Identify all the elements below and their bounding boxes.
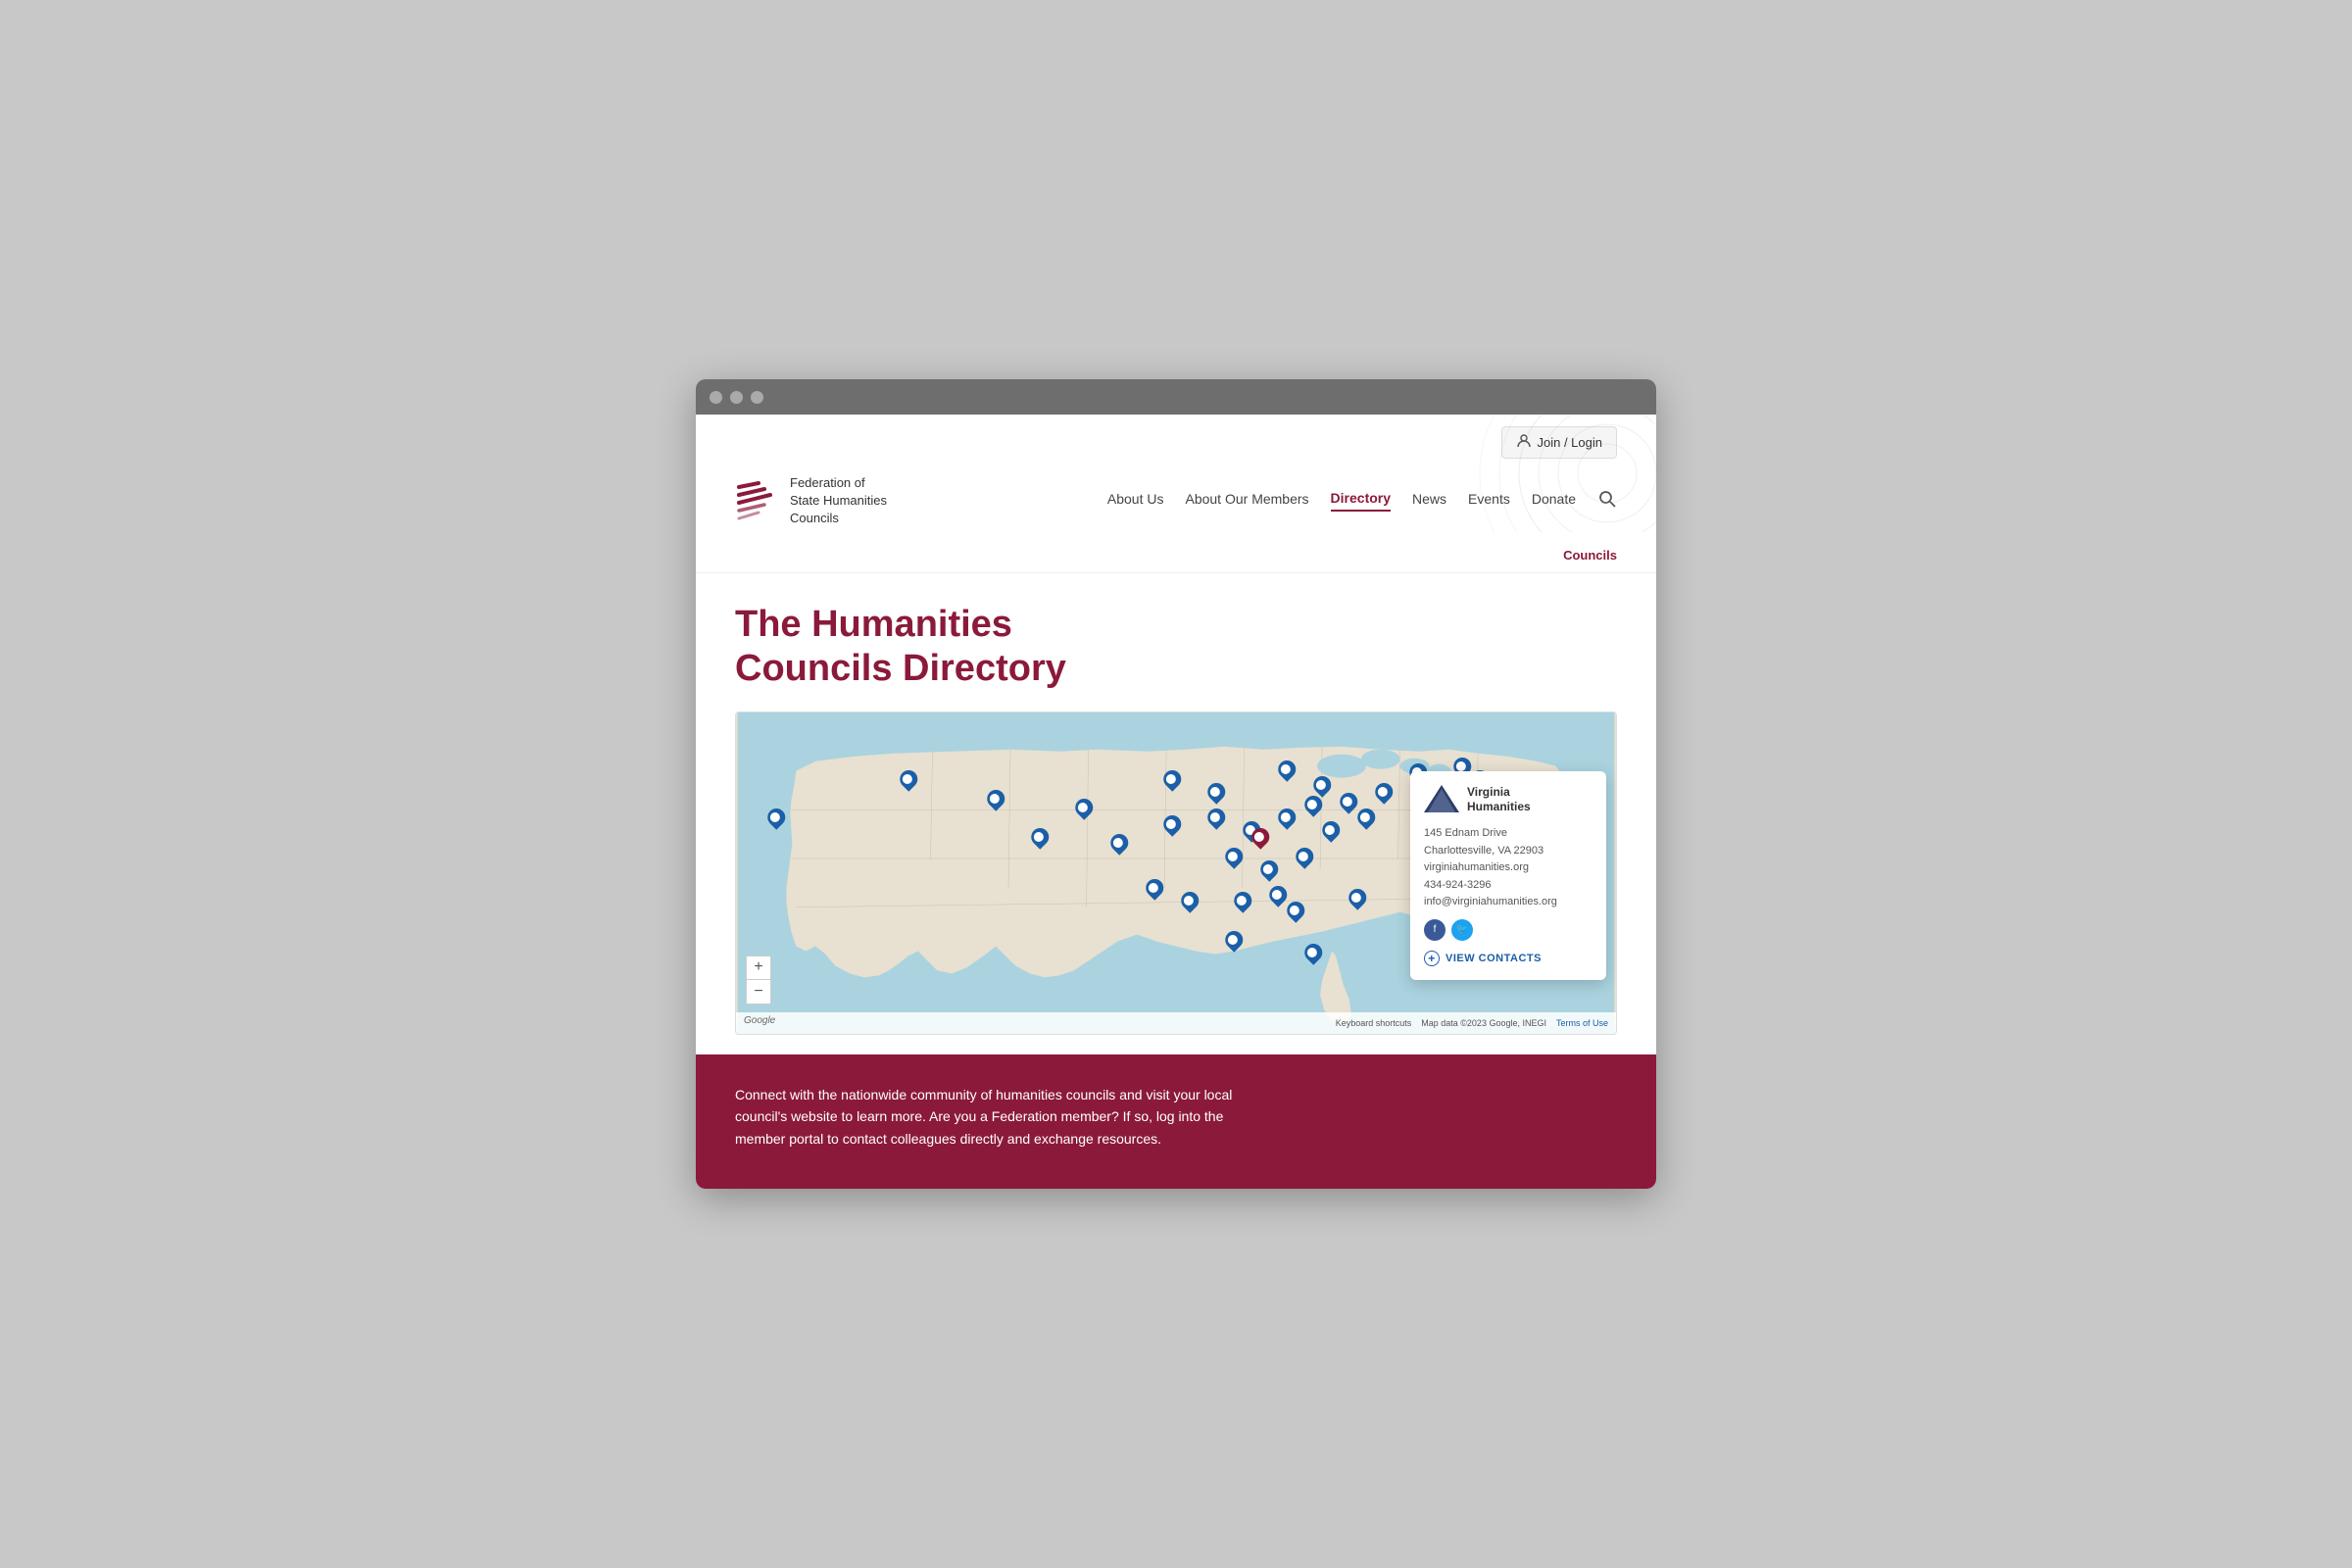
google-watermark: Google [744, 1015, 775, 1026]
page-body: The Humanities Councils Directory [696, 573, 1656, 1189]
map-pin[interactable] [1107, 831, 1132, 856]
virginia-humanities-logo-icon [1424, 785, 1459, 814]
map-pin[interactable] [1143, 876, 1167, 901]
footer-description: Connect with the nationwide community of… [735, 1084, 1274, 1150]
map-pin[interactable] [1274, 757, 1298, 781]
map-pin[interactable] [896, 766, 920, 791]
map-popup: Virginia Humanities 145 Ednam Drive Char… [1410, 771, 1606, 980]
map-pin[interactable] [1203, 779, 1228, 804]
sub-nav: Councils [735, 542, 1617, 572]
map-pin[interactable] [1028, 824, 1053, 849]
map-container: Virginia Humanities 145 Ednam Drive Char… [735, 711, 1617, 1035]
sub-nav-councils[interactable]: Councils [1563, 548, 1617, 563]
view-contacts-label: VIEW CONTACTS [1446, 953, 1542, 964]
map-pin[interactable] [1221, 844, 1246, 868]
view-contacts-button[interactable]: + VIEW CONTACTS [1424, 951, 1592, 966]
org-name: Federation of State Humanities Councils [790, 474, 887, 528]
search-button[interactable] [1597, 489, 1617, 514]
page-title-section: The Humanities Councils Directory [696, 573, 1656, 711]
map-pin[interactable] [1292, 844, 1316, 868]
map-pin[interactable] [1283, 899, 1307, 923]
nav-area: About Us About Our Members Directory New… [1107, 489, 1617, 514]
map-pin[interactable] [1256, 857, 1281, 881]
join-login-label: Join / Login [1538, 435, 1603, 450]
browser-chrome [696, 379, 1656, 415]
nav-news[interactable]: News [1412, 491, 1446, 511]
browser-window: Join / Login [696, 379, 1656, 1189]
map-pin[interactable] [1274, 805, 1298, 829]
map-pin[interactable] [1265, 882, 1290, 906]
browser-dot-green [751, 391, 763, 404]
map-pin[interactable] [1230, 889, 1254, 913]
popup-address: 145 Ednam Drive Charlottesville, VA 2290… [1424, 825, 1592, 911]
header-top: Join / Login [735, 415, 1617, 465]
map-pin[interactable] [1318, 818, 1343, 843]
map-controls: + − [746, 956, 771, 1004]
zoom-in-button[interactable]: + [747, 956, 770, 980]
browser-dot-yellow [730, 391, 743, 404]
map-pin[interactable] [1300, 940, 1325, 964]
join-login-button[interactable]: Join / Login [1501, 426, 1618, 459]
map-pin[interactable] [1336, 789, 1360, 813]
nav-about-members[interactable]: About Our Members [1185, 491, 1308, 511]
logo-area: Federation of State Humanities Councils [735, 474, 887, 528]
plus-icon: + [1424, 951, 1440, 966]
popup-logo: Virginia Humanities [1424, 785, 1592, 815]
facebook-icon[interactable]: f [1424, 919, 1446, 941]
nav-directory[interactable]: Directory [1331, 490, 1391, 512]
map-pin[interactable] [1203, 805, 1228, 829]
map-pin[interactable] [984, 786, 1008, 810]
map-pin[interactable] [1160, 766, 1185, 791]
keyboard-shortcuts[interactable]: Keyboard shortcuts [1336, 1018, 1412, 1028]
terms-of-use-link[interactable]: Terms of Use [1556, 1018, 1608, 1028]
page-content: Join / Login [696, 415, 1656, 1189]
page-footer-dark: Connect with the nationwide community of… [696, 1054, 1656, 1189]
org-logo-icon [735, 479, 778, 522]
map-pin[interactable] [1371, 779, 1396, 804]
browser-dot-red [710, 391, 722, 404]
map-pin[interactable] [1345, 885, 1369, 909]
nav-about-us[interactable]: About Us [1107, 491, 1164, 511]
page-title: The Humanities Councils Directory [735, 603, 1617, 692]
popup-social: f 🐦 [1424, 919, 1592, 941]
header-main: Federation of State Humanities Councils … [735, 465, 1617, 542]
popup-org-name: Virginia Humanities [1467, 785, 1531, 815]
twitter-icon[interactable]: 🐦 [1451, 919, 1473, 941]
map-pin[interactable] [1221, 927, 1246, 952]
map-pin[interactable] [763, 805, 788, 829]
map-pin[interactable] [1353, 805, 1378, 829]
map-pin[interactable] [1177, 889, 1201, 913]
user-icon [1516, 433, 1532, 452]
zoom-out-button[interactable]: − [747, 980, 770, 1004]
map-pin[interactable] [1072, 796, 1097, 820]
map-data-label: Map data ©2023 Google, INEGI [1421, 1018, 1546, 1028]
map-footer-bar: Keyboard shortcuts Map data ©2023 Google… [736, 1012, 1616, 1034]
nav-donate[interactable]: Donate [1532, 491, 1576, 511]
header: Join / Login [696, 415, 1656, 573]
map-pin[interactable] [1309, 773, 1334, 798]
nav-events[interactable]: Events [1468, 491, 1510, 511]
map-pin[interactable] [1160, 811, 1185, 836]
